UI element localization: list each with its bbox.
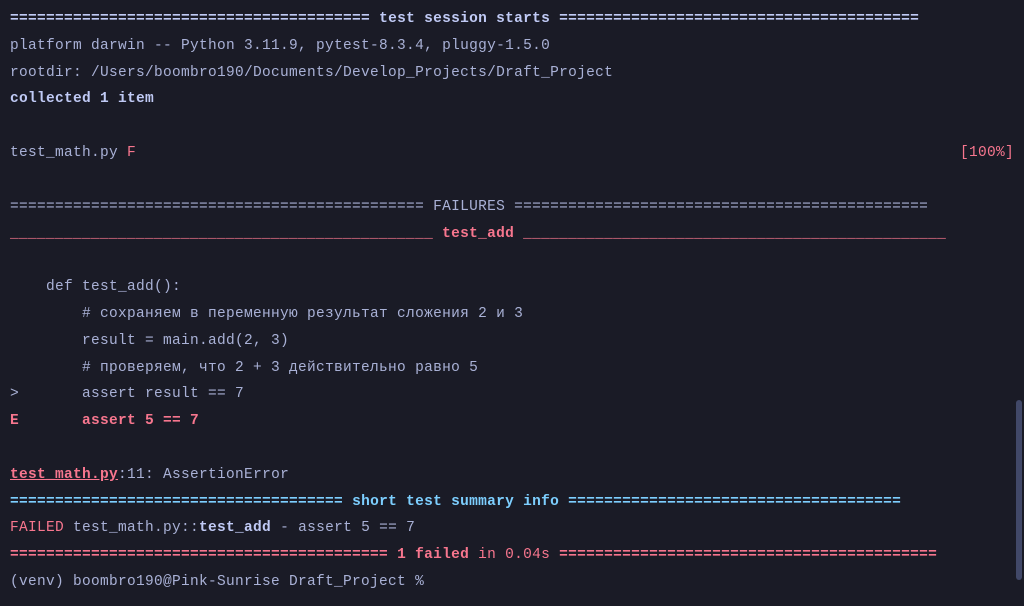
blank-2 [10, 167, 1014, 194]
rootdir-info: rootdir: /Users/boombro190/Documents/Dev… [10, 60, 1014, 87]
collected-count: collected 1 item [10, 86, 1014, 113]
blank-1 [10, 113, 1014, 140]
platform-info: platform darwin -- Python 3.11.9, pytest… [10, 33, 1014, 60]
shell-prompt[interactable]: (venv) boombro190@Pink-Sunrise Draft_Pro… [10, 569, 1014, 596]
code-line-2: # сохраняем в переменную результат сложе… [10, 301, 1014, 328]
test-name-header: ________________________________________… [10, 221, 1014, 248]
error-location: test_math.py:11: AssertionError [10, 462, 1014, 489]
test-result-line: test_math.py F [100%] [10, 140, 1014, 167]
fail-marker: F [127, 145, 136, 161]
failed-summary: FAILED test_math.py::test_add - assert 5… [10, 515, 1014, 542]
progress-percent: [100%] [960, 140, 1014, 167]
test-file: test_math.py [10, 145, 127, 161]
final-summary: ========================================… [10, 542, 1014, 569]
summary-header: ===================================== sh… [10, 489, 1014, 516]
code-line-1: def test_add(): [10, 274, 1014, 301]
code-line-5: > assert result == 7 [10, 381, 1014, 408]
code-line-4: # проверяем, что 2 + 3 действительно рав… [10, 355, 1014, 382]
blank-4 [10, 435, 1014, 462]
code-line-3: result = main.add(2, 3) [10, 328, 1014, 355]
failures-header: ========================================… [10, 194, 1014, 221]
blank-3 [10, 247, 1014, 274]
code-line-error: E assert 5 == 7 [10, 408, 1014, 435]
scrollbar[interactable] [1016, 400, 1022, 580]
session-header: ========================================… [10, 6, 1014, 33]
